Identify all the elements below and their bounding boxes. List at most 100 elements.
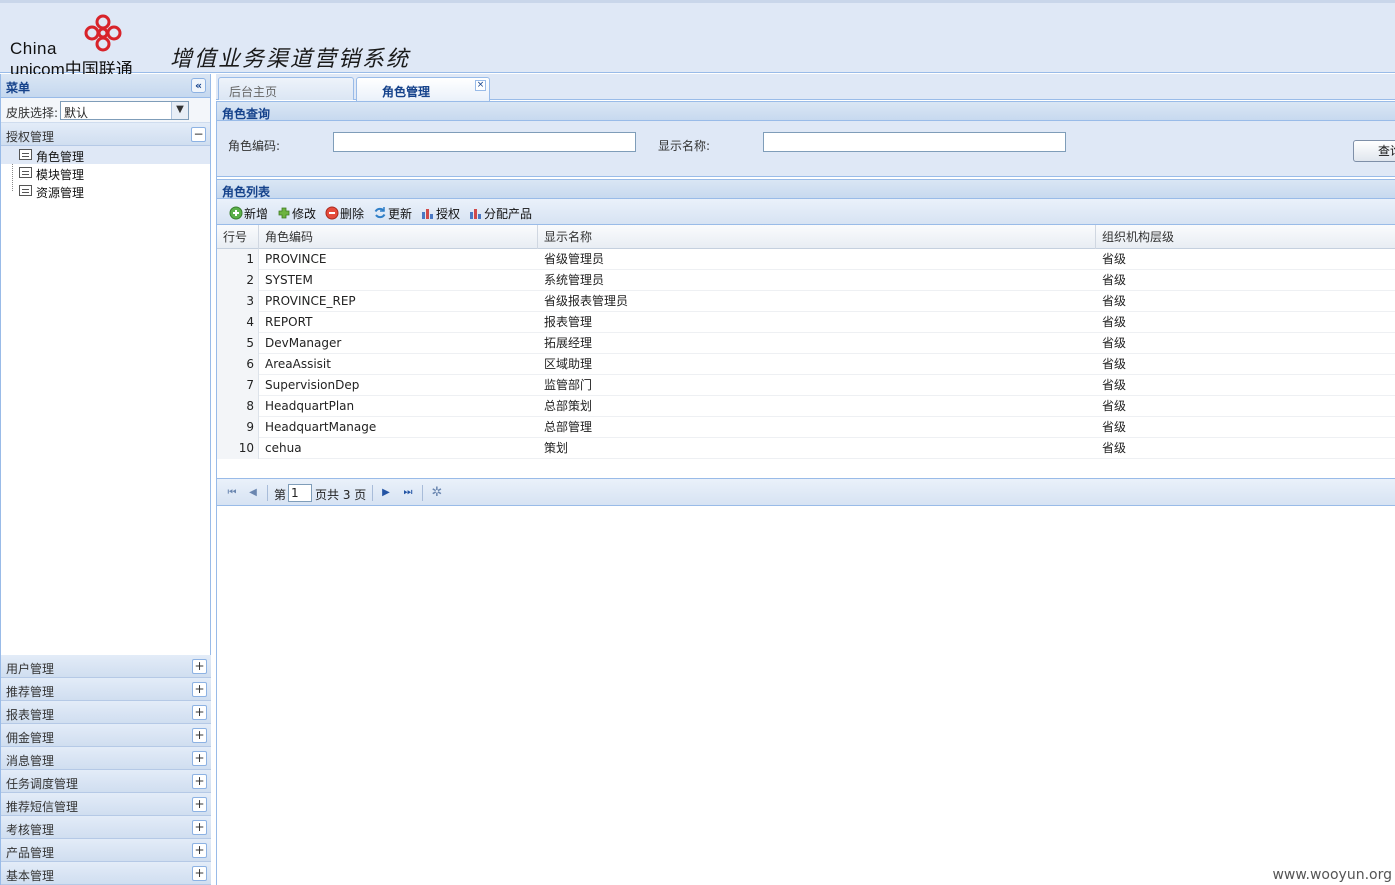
- table-row[interactable]: 2 SYSTEM 系统管理员 省级: [217, 270, 1395, 291]
- display-name-input[interactable]: [763, 132, 1066, 152]
- table-row[interactable]: 5 DevManager 拓展经理 省级: [217, 333, 1395, 354]
- row-number: 5: [217, 333, 259, 354]
- accordion-sms-management[interactable]: 推荐短信管理 +: [1, 793, 211, 816]
- tab-label: 后台主页: [229, 85, 278, 99]
- page-number-input[interactable]: 1: [288, 484, 312, 502]
- accordion-label: 授权管理: [6, 130, 55, 144]
- close-icon[interactable]: ×: [475, 80, 486, 91]
- accordion-user-management[interactable]: 用户管理 +: [1, 655, 211, 678]
- accordion-label: 产品管理: [6, 846, 55, 860]
- tree-item-role-management[interactable]: 角色管理: [1, 146, 210, 164]
- expand-plus-icon[interactable]: +: [192, 682, 207, 697]
- grid-pager: ⏮ ◀ 第 1 页共 3 页 ▶ ⏭ ✲: [217, 478, 1395, 506]
- cell-role-code: HeadquartManage: [265, 420, 377, 434]
- cell-role-code: AreaAssisit: [265, 357, 331, 371]
- query-panel-title: 角色查询: [222, 107, 271, 121]
- next-page-icon[interactable]: ▶: [380, 487, 392, 499]
- chart-icon: [470, 209, 481, 219]
- assign-product-label: 分配产品: [484, 207, 533, 221]
- sidebar-header: 菜单 «: [1, 74, 210, 98]
- table-row[interactable]: 7 SupervisionDep 监管部门 省级: [217, 375, 1395, 396]
- tab-home[interactable]: 后台主页: [218, 77, 354, 100]
- search-button[interactable]: 查询: [1353, 140, 1395, 162]
- cell-display-name: 拓展经理: [544, 336, 593, 350]
- accordion-basic-management[interactable]: 基本管理 +: [1, 862, 211, 885]
- tab-label: 角色管理: [382, 85, 431, 99]
- cell-role-code: PROVINCE: [265, 252, 327, 266]
- china-unicom-logo: China unicom中国联通: [8, 13, 140, 79]
- accordion-commission-management[interactable]: 佣金管理 +: [1, 724, 211, 747]
- accordion-message-management[interactable]: 消息管理 +: [1, 747, 211, 770]
- pager-separator: [267, 485, 268, 501]
- tree-item-module-management[interactable]: 模块管理: [1, 164, 210, 182]
- cell-org-level: 省级: [1102, 252, 1127, 266]
- expand-plus-icon[interactable]: +: [192, 728, 207, 743]
- expand-plus-icon[interactable]: +: [192, 797, 207, 812]
- skin-label: 皮肤选择:: [6, 106, 59, 120]
- cell-role-code: REPORT: [265, 315, 313, 329]
- grid-body: 1 PROVINCE 省级管理员 省级 2 SYSTEM 系统管理员 省级 3 PROVINC…: [217, 249, 1395, 459]
- prev-page-icon[interactable]: ◀: [247, 487, 259, 499]
- table-row[interactable]: 4 REPORT 报表管理 省级: [217, 312, 1395, 333]
- table-row[interactable]: 6 AreaAssisit 区域助理 省级: [217, 354, 1395, 375]
- chevron-down-icon[interactable]: ▼: [171, 102, 188, 119]
- skin-select-value: 默认: [64, 106, 89, 120]
- table-row[interactable]: 9 HeadquartManage 总部管理 省级: [217, 417, 1395, 438]
- column-header-role-code[interactable]: 角色编码: [259, 225, 538, 249]
- app-header: China unicom中国联通 增值业务渠道营销系统: [0, 0, 1395, 79]
- cell-role-code: cehua: [265, 441, 302, 455]
- cell-display-name: 总部管理: [544, 420, 593, 434]
- expand-plus-icon[interactable]: +: [192, 751, 207, 766]
- authorize-label: 授权: [436, 207, 461, 221]
- expand-plus-icon[interactable]: +: [192, 843, 207, 858]
- accordion-recommend-management[interactable]: 推荐管理 +: [1, 678, 211, 701]
- cell-role-code: SupervisionDep: [265, 378, 360, 392]
- row-number: 9: [217, 417, 259, 438]
- table-row[interactable]: 8 HeadquartPlan 总部策划 省级: [217, 396, 1395, 417]
- expand-plus-icon[interactable]: +: [192, 774, 207, 789]
- first-page-icon[interactable]: ⏮: [226, 487, 238, 499]
- refresh-icon[interactable]: ✲: [431, 486, 443, 499]
- table-row[interactable]: 10 cehua 策划 省级: [217, 438, 1395, 459]
- last-page-icon[interactable]: ⏭: [402, 487, 414, 499]
- cell-display-name: 总部策划: [544, 399, 593, 413]
- tab-role-management[interactable]: 角色管理 ×: [356, 77, 490, 101]
- cell-org-level: 省级: [1102, 420, 1127, 434]
- list-panel-title: 角色列表: [222, 185, 271, 199]
- accordion-label: 推荐短信管理: [6, 800, 79, 814]
- sidebar: 菜单 « 皮肤选择: 默认 ▼ 授权管理 − 角色管理 模块管理 资源管理 用户…: [0, 74, 211, 885]
- column-header-org-level[interactable]: 组织机构层级: [1096, 225, 1395, 249]
- expand-plus-icon[interactable]: +: [192, 866, 207, 881]
- column-header-row-number[interactable]: 行号: [217, 225, 259, 249]
- cell-display-name: 省级报表管理员: [544, 294, 629, 308]
- skin-select[interactable]: 默认 ▼: [60, 101, 189, 120]
- tree-item-label: 模块管理: [36, 168, 85, 182]
- tree-item-resource-management[interactable]: 资源管理: [1, 182, 210, 200]
- collapse-minus-icon[interactable]: −: [191, 127, 206, 142]
- add-label: 新增: [244, 207, 269, 221]
- cell-org-level: 省级: [1102, 336, 1127, 350]
- edit-label: 修改: [292, 207, 317, 221]
- row-number: 1: [217, 249, 259, 270]
- expand-plus-icon[interactable]: +: [192, 820, 207, 835]
- row-number: 3: [217, 291, 259, 312]
- accordion-assessment-management[interactable]: 考核管理 +: [1, 816, 211, 839]
- system-title: 增值业务渠道营销系统: [170, 47, 411, 72]
- accordion-report-management[interactable]: 报表管理 +: [1, 701, 211, 724]
- row-number: 4: [217, 312, 259, 333]
- accordion-product-management[interactable]: 产品管理 +: [1, 839, 211, 862]
- table-row[interactable]: 1 PROVINCE 省级管理员 省级: [217, 249, 1395, 270]
- main-area: 后台主页 角色管理 × 角色查询 角色编码: 显示名称: 查询 角色列表 新增: [216, 74, 1395, 885]
- table-row[interactable]: 3 PROVINCE_REP 省级报表管理员 省级: [217, 291, 1395, 312]
- role-code-input[interactable]: [333, 132, 636, 152]
- accordion-auth-management[interactable]: 授权管理 −: [1, 123, 210, 146]
- expand-plus-icon[interactable]: +: [192, 705, 207, 720]
- expand-plus-icon[interactable]: +: [192, 659, 207, 674]
- skin-selector-row: 皮肤选择: 默认 ▼: [1, 98, 210, 123]
- cell-org-level: 省级: [1102, 399, 1127, 413]
- accordion-task-scheduling[interactable]: 任务调度管理 +: [1, 770, 211, 793]
- double-chevron-left-icon[interactable]: «: [191, 78, 206, 93]
- row-number: 10: [217, 438, 259, 459]
- cell-org-level: 省级: [1102, 294, 1127, 308]
- column-header-display-name[interactable]: 显示名称: [538, 225, 1096, 249]
